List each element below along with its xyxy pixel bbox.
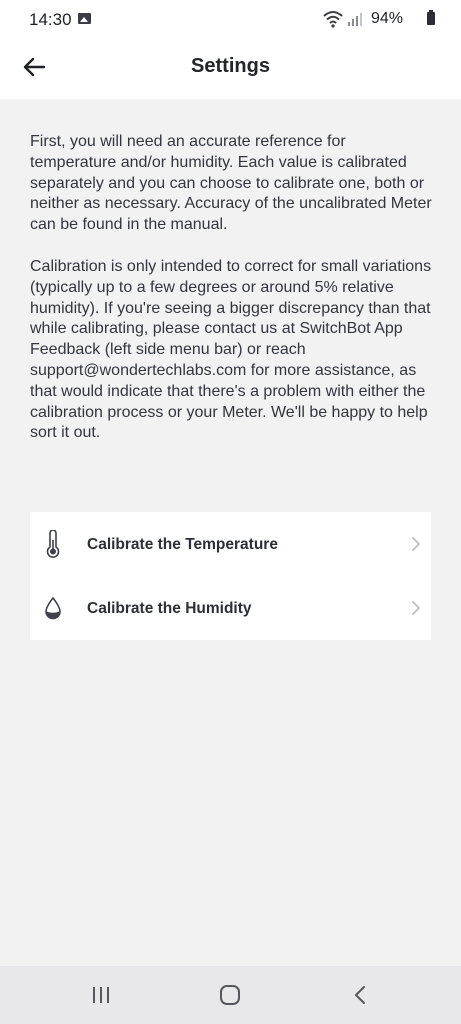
chevron-right-icon xyxy=(412,601,420,615)
app-header: Settings xyxy=(0,40,461,99)
chevron-right-icon xyxy=(412,537,420,551)
recents-button[interactable] xyxy=(83,980,119,1010)
droplet-icon xyxy=(45,596,61,620)
system-back-button[interactable] xyxy=(341,980,377,1010)
chevron-left-icon xyxy=(355,986,365,1004)
signal-icon xyxy=(348,13,362,26)
calibration-info: First, you will need an accurate referen… xyxy=(30,132,434,465)
battery-percentage: 94% xyxy=(371,10,404,27)
thermometer-icon xyxy=(46,530,60,558)
option-label: Calibrate the Temperature xyxy=(87,536,278,553)
home-button[interactable] xyxy=(212,980,248,1010)
intro-paragraph: First, you will need an accurate referen… xyxy=(30,133,432,234)
option-label: Calibrate the Humidity xyxy=(87,600,252,617)
support-paragraph: Calibration is only intended to correct … xyxy=(30,257,432,442)
home-icon xyxy=(220,985,240,1005)
page-title: Settings xyxy=(191,55,270,77)
system-navigation-bar xyxy=(0,966,461,1024)
image-notification-icon xyxy=(78,13,91,24)
status-time: 14:30 xyxy=(29,10,72,29)
battery-icon xyxy=(427,10,435,25)
calibrate-temperature-item[interactable]: Calibrate the Temperature xyxy=(30,512,431,576)
calibration-options: Calibrate the Temperature Calibrate the … xyxy=(30,512,431,640)
status-bar: 14:30 94% xyxy=(0,0,461,40)
recents-icon xyxy=(93,987,109,1003)
calibrate-humidity-item[interactable]: Calibrate the Humidity xyxy=(30,576,431,640)
wifi-icon xyxy=(323,11,343,28)
